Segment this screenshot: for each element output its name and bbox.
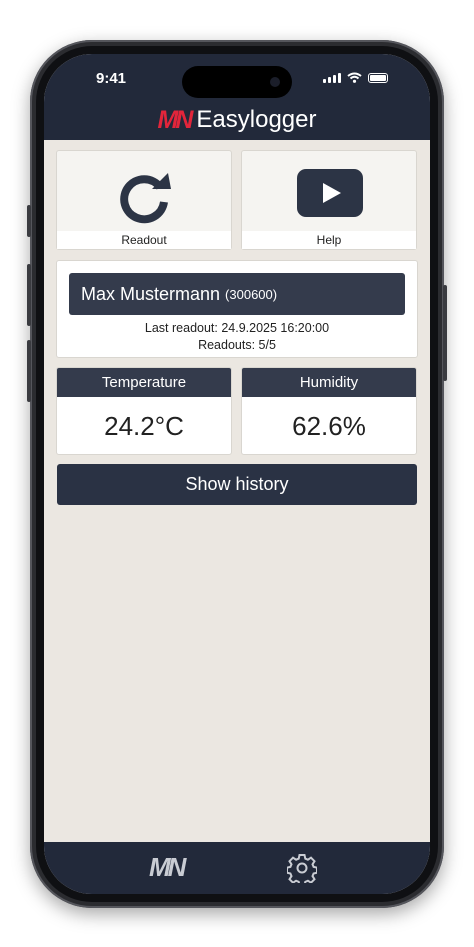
nav-home-logo[interactable]: MN: [149, 852, 186, 883]
brand-logo-mark: MN: [157, 105, 194, 134]
app-title: Easylogger: [196, 106, 317, 133]
help-label: Help: [242, 231, 416, 249]
humidity-card: Humidity 62.6%: [241, 367, 417, 455]
action-button: [27, 205, 31, 237]
readouts-count-text: Readouts: 5/5: [198, 338, 276, 352]
signal-icon: [323, 73, 341, 83]
temperature-value: 24.2°C: [104, 411, 184, 441]
readout-button[interactable]: Readout: [56, 150, 232, 250]
refresh-icon: [120, 173, 171, 224]
device-selector[interactable]: Max Mustermann (300600): [69, 273, 405, 315]
humidity-value: 62.6%: [292, 411, 366, 441]
status-bar: 9:41: [44, 54, 430, 100]
readout-label: Readout: [57, 231, 231, 249]
device-id: (300600): [225, 286, 278, 302]
volume-up-button: [27, 264, 31, 326]
temperature-title: Temperature: [57, 368, 231, 397]
bottom-nav: MN: [44, 842, 430, 894]
status-icons: [323, 72, 388, 83]
device-name: Max Mustermann: [81, 283, 221, 304]
help-button[interactable]: Help: [241, 150, 417, 250]
last-readout-text: Last readout: 24.9.2025 16:20:00: [144, 321, 330, 335]
camera-icon: [270, 77, 280, 87]
app-screen: 9:41 MN Easylogger Readout Help Max Must…: [44, 54, 430, 894]
humidity-title: Humidity: [242, 368, 416, 397]
device-card: Max Mustermann (300600) Last readout: 24…: [56, 260, 418, 358]
show-history-button[interactable]: Show history: [57, 464, 417, 505]
wifi-icon: [347, 72, 362, 83]
status-time: 9:41: [96, 70, 127, 87]
volume-down-button: [27, 340, 31, 402]
play-icon: [297, 169, 363, 217]
power-button: [443, 285, 447, 381]
gear-icon[interactable]: [287, 853, 317, 883]
dynamic-island: [182, 66, 292, 98]
temperature-card: Temperature 24.2°C: [56, 367, 232, 455]
battery-icon: [368, 73, 388, 83]
app-header: MN Easylogger: [44, 100, 430, 140]
